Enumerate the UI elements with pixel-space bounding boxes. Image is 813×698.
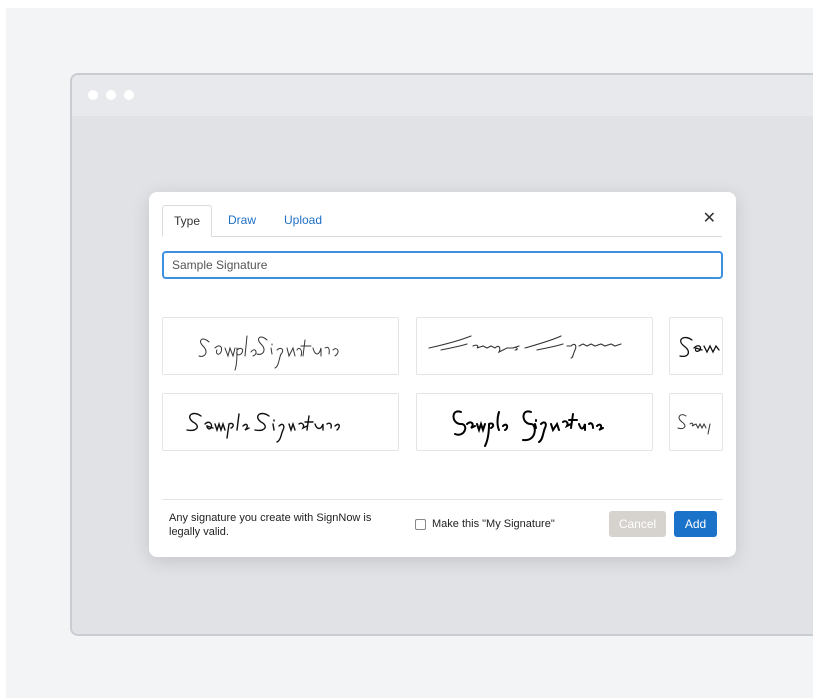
window-dot-icon bbox=[106, 90, 116, 100]
window-dot-icon bbox=[88, 90, 98, 100]
signature-text-input[interactable] bbox=[162, 251, 723, 279]
browser-title-bar bbox=[72, 75, 813, 116]
my-signature-checkbox[interactable]: Make this "My Signature" bbox=[415, 518, 555, 530]
signature-option-1[interactable] bbox=[162, 317, 399, 375]
signature-option-2[interactable] bbox=[416, 317, 653, 375]
signature-script-partial-icon bbox=[679, 336, 720, 358]
checkbox-icon[interactable] bbox=[415, 518, 426, 530]
signature-script-print-icon bbox=[186, 412, 340, 443]
tab-bar: Type Draw Upload bbox=[162, 205, 722, 237]
tab-draw[interactable]: Draw bbox=[228, 205, 256, 236]
signature-script-light-icon bbox=[198, 335, 339, 371]
signature-option-5[interactable] bbox=[416, 393, 653, 451]
window-dot-icon bbox=[124, 90, 134, 100]
footer-divider bbox=[162, 499, 723, 500]
legal-notice: Any signature you create with SignNow is… bbox=[169, 512, 372, 538]
cancel-button[interactable]: Cancel bbox=[609, 511, 666, 537]
signature-script-partial-2-icon bbox=[677, 414, 711, 435]
signature-option-4[interactable] bbox=[162, 393, 399, 451]
signature-script-slanted-icon bbox=[428, 335, 622, 359]
add-button[interactable]: Add bbox=[674, 511, 717, 537]
tab-type[interactable]: Type bbox=[162, 205, 212, 237]
signature-dialog: Type Draw Upload ✕ Any signatur bbox=[149, 192, 736, 557]
signature-option-3[interactable] bbox=[669, 317, 723, 375]
close-icon[interactable]: ✕ bbox=[703, 208, 716, 228]
signature-script-bold-icon bbox=[452, 410, 604, 447]
checkbox-label: Make this "My Signature" bbox=[432, 518, 555, 530]
signature-option-6[interactable] bbox=[669, 393, 723, 451]
tab-upload[interactable]: Upload bbox=[284, 205, 322, 236]
